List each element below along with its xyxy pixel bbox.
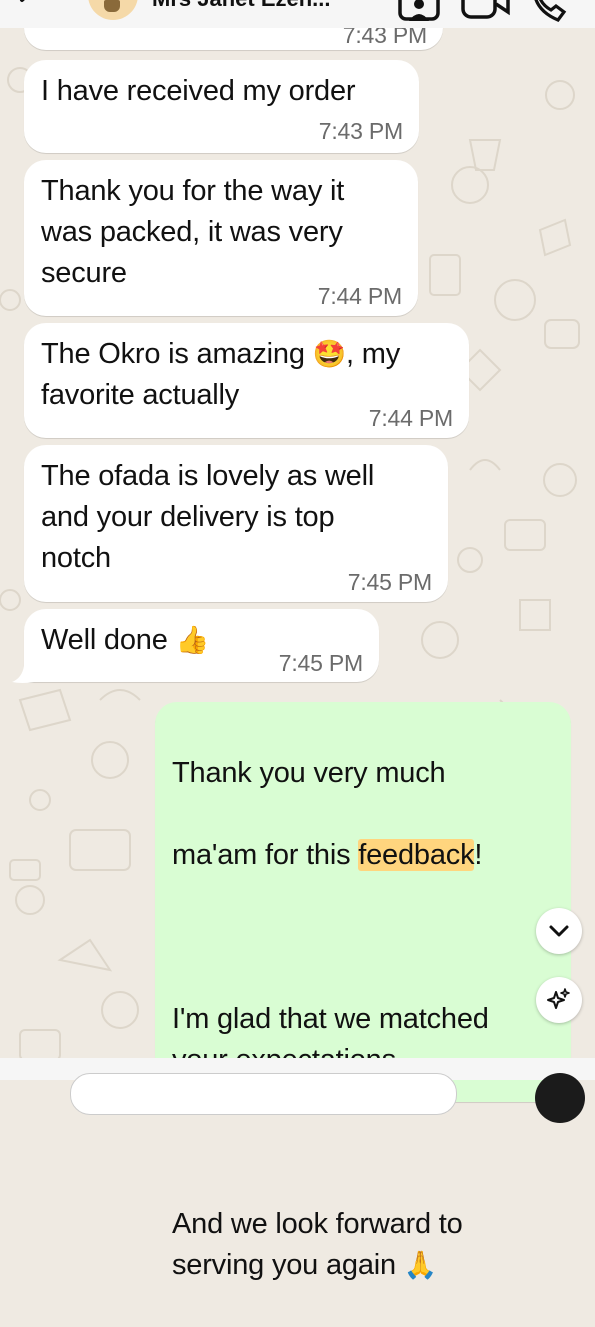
folded-hands-emoji: 🙏 xyxy=(403,1250,438,1280)
bubble-tail xyxy=(12,666,34,683)
search-highlight: feedback xyxy=(358,839,475,871)
message-bubble-incoming[interactable]: Well done 👍 7:45 PM xyxy=(24,609,379,682)
message-time: 7:44 PM xyxy=(317,283,402,309)
message-text: Well done 👍 xyxy=(41,624,210,656)
chevron-left-icon[interactable] xyxy=(12,0,42,16)
ai-assistant-button[interactable] xyxy=(536,977,582,1023)
thumbs-up-emoji: 👍 xyxy=(175,625,210,655)
message-text: Thank you for the way it was packed, it … xyxy=(41,175,345,289)
sparkle-icon xyxy=(547,988,570,1009)
message-bubble-outgoing[interactable]: Thank you very much ma'am for this feedb… xyxy=(155,702,571,1281)
message-text: The Okro is amazing 🤩, my favorite actua… xyxy=(41,338,401,411)
message-time: 7:43 PM xyxy=(318,118,403,144)
message-time: 7:45 PM xyxy=(278,650,363,676)
scroll-to-bottom-button[interactable] xyxy=(536,908,582,954)
message-bubble-incoming[interactable]: The ofada is lovely as well and your del… xyxy=(24,445,448,602)
message-bubble-incoming[interactable]: The Okro is amazing 🤩, my favorite actua… xyxy=(24,323,469,438)
contact-name[interactable]: Mrs Janet Ezeh... xyxy=(152,0,331,12)
message-time: 7:44 PM xyxy=(368,405,453,431)
message-bubble-incoming[interactable]: Thank you for the way it was packed, it … xyxy=(24,160,418,316)
microphone-button[interactable] xyxy=(535,1073,585,1123)
message-list[interactable]: 7:43 PM I have received my order 7:43 PM… xyxy=(0,0,595,1281)
message-text: I have received my order xyxy=(41,75,356,107)
message-time: 7:45 PM xyxy=(347,569,432,595)
message-input[interactable] xyxy=(70,1073,457,1115)
avatar-figure xyxy=(104,0,120,12)
message-text: Thank you very much ma'am for this feedb… xyxy=(172,757,489,1281)
contact-card-icon[interactable] xyxy=(397,0,441,22)
chevron-down-icon xyxy=(549,925,569,937)
phone-icon[interactable] xyxy=(528,0,568,22)
message-text: The ofada is lovely as well and your del… xyxy=(41,460,375,574)
chat-header: Mrs Janet Ezeh... xyxy=(0,0,595,28)
message-bubble-incoming[interactable]: I have received my order 7:43 PM xyxy=(24,60,419,153)
video-camera-icon[interactable] xyxy=(460,0,510,22)
star-struck-emoji: 🤩 xyxy=(312,339,347,369)
